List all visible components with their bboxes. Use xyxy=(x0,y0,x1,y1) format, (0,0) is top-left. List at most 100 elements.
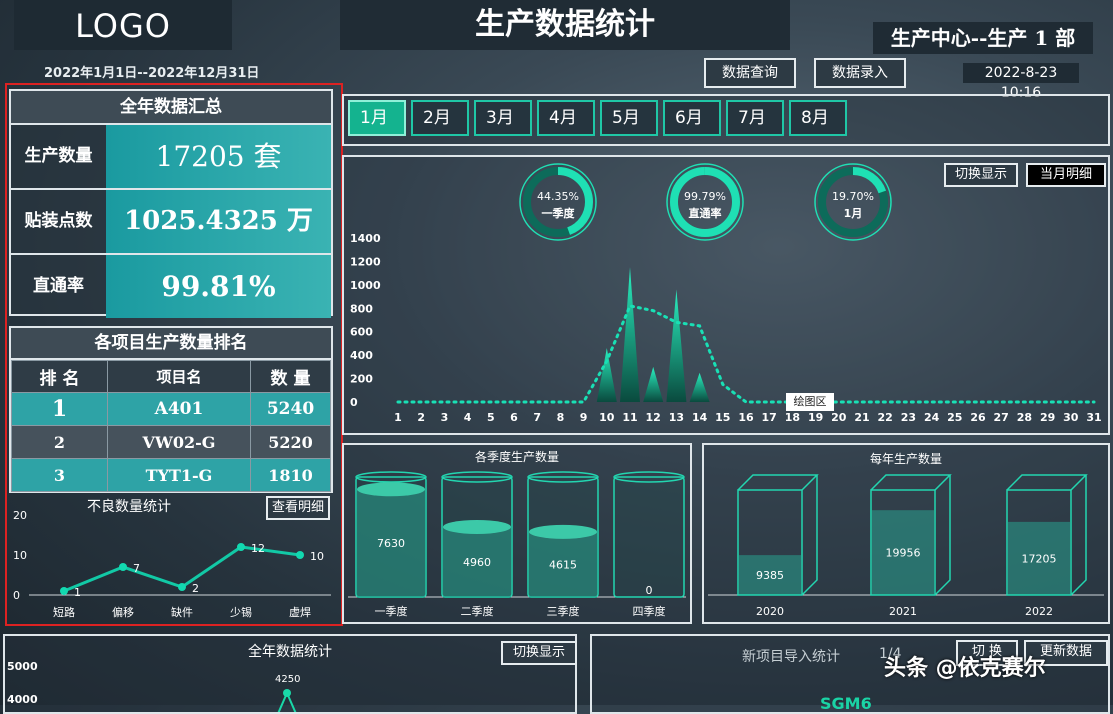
x-tick-label: 26 xyxy=(970,411,986,424)
watermark: 头条 @依克赛尔 xyxy=(884,656,1046,681)
x-tick-label: 10 xyxy=(599,411,615,424)
y-tick-label: 800 xyxy=(350,302,373,315)
x-tick-label: 18 xyxy=(785,411,800,424)
data-entry-button[interactable]: 数据录入 xyxy=(814,58,906,88)
y-tick-label: 10 xyxy=(13,549,27,562)
daily-dotted-series xyxy=(396,304,1096,404)
defect-data-point xyxy=(296,551,304,559)
rank-cell: 2 xyxy=(11,425,108,459)
toggle-display-button[interactable]: 切换显示 xyxy=(944,163,1018,187)
tab-month-2[interactable]: 2月 xyxy=(411,100,469,136)
quarterly-panel: 各季度生产数量 7630 一季度 4960 二季度 4615 三季度 0 四季度 xyxy=(342,443,692,624)
defect-data-label: 7 xyxy=(133,562,140,575)
ranking-table: 排 名 项目名 数 量 1 A401 5240 2 VW02-G 5220 3 … xyxy=(11,360,331,492)
quarter-category-label: 三季度 xyxy=(547,604,580,618)
daily-spike xyxy=(620,267,640,402)
ranking-panel: 各项目生产数量排名 排 名 项目名 数 量 1 A401 5240 2 VW02… xyxy=(9,326,333,493)
project-cell: A401 xyxy=(107,392,251,426)
defect-line-chart: 0 10 20 1 短路 7 偏移 2 缺件 12 少锡 10 虚焊 xyxy=(13,509,331,619)
x-tick-label: 23 xyxy=(901,411,916,424)
y-tick-label: 0 xyxy=(13,589,20,602)
ring-label: 一季度 xyxy=(542,206,576,220)
box-top xyxy=(737,474,819,491)
tab-month-6[interactable]: 6月 xyxy=(663,100,721,136)
defect-category-label: 短路 xyxy=(53,605,75,619)
ranking-title: 各项目生产数量排名 xyxy=(11,328,331,360)
data-query-button[interactable]: 数据查询 xyxy=(704,58,796,88)
table-row: 2 VW02-G 5220 xyxy=(11,425,331,459)
x-tick-label: 21 xyxy=(854,411,869,424)
x-tick-label: 31 xyxy=(1086,411,1101,424)
logo-box: LOGO xyxy=(14,0,232,50)
defect-data-point xyxy=(237,543,245,551)
defect-category-label: 偏移 xyxy=(112,605,134,619)
ring-label: 1月 xyxy=(844,207,863,220)
tab-month-4[interactable]: 4月 xyxy=(537,100,595,136)
title-box: 生产数据统计 xyxy=(340,0,790,50)
year-category-label: 2021 xyxy=(889,605,917,618)
year-category-label: 2020 xyxy=(756,605,784,618)
plot-area-label: 绘图区 xyxy=(786,393,834,411)
defect-data-label: 12 xyxy=(251,542,265,555)
tab-month-8[interactable]: 8月 xyxy=(789,100,847,136)
tab-month-5[interactable]: 5月 xyxy=(600,100,658,136)
defect-data-point xyxy=(60,587,68,595)
quarter-category-label: 二季度 xyxy=(461,604,494,618)
year-category-label: 2022 xyxy=(1025,605,1053,618)
x-tick-label: 13 xyxy=(669,411,684,424)
x-tick-label: 22 xyxy=(878,411,893,424)
quantity-cell: 5240 xyxy=(250,392,331,426)
summary-value: 17205 套 xyxy=(106,125,331,188)
quarter-value-label: 4615 xyxy=(549,558,577,571)
y-tick-label: 1400 xyxy=(350,232,381,245)
project-name: SGM6 xyxy=(820,694,872,713)
defect-panel: 不良数量统计 查看明细 0 10 20 1 短路 7 偏移 2 缺件 12 少锡 10 虚焊 xyxy=(9,494,333,624)
x-tick-label: 25 xyxy=(947,411,962,424)
quarter-value-label: 7630 xyxy=(377,537,405,550)
x-tick-label: 12 xyxy=(646,411,661,424)
summary-label: 生产数量 xyxy=(24,146,93,166)
daily-chart-panel: 0 200 400 600 800 1000 1200 1400 1 2 3 4 5 6 7 8 9 10 11 12… xyxy=(342,155,1110,435)
tab-month-1[interactable]: 1月 xyxy=(348,100,406,136)
defect-data-point xyxy=(178,583,186,591)
tab-month-7[interactable]: 7月 xyxy=(726,100,784,136)
cylinder-fill-top xyxy=(443,519,511,534)
tab-month-3[interactable]: 3月 xyxy=(474,100,532,136)
x-tick-label: 16 xyxy=(738,411,754,424)
cylinder-fill-top xyxy=(357,482,425,497)
x-tick-label: 30 xyxy=(1063,411,1079,424)
quarter-value-label: 4960 xyxy=(463,556,491,569)
x-tick-label: 14 xyxy=(692,411,708,424)
x-tick-label: 9 xyxy=(580,411,588,424)
project-header: 项目名 xyxy=(107,360,251,393)
year-value-label: 19956 xyxy=(886,547,921,560)
ring-label: 直通率 xyxy=(689,206,722,220)
x-tick-label: 24 xyxy=(924,411,940,424)
month-detail-button[interactable]: 当月明细 xyxy=(1026,163,1106,187)
quarter-category-label: 一季度 xyxy=(375,604,408,618)
y-tick-label: 1200 xyxy=(350,255,381,268)
x-tick-label: 29 xyxy=(1040,411,1055,424)
department-box: 生产中心--生产 1 部 xyxy=(873,22,1093,54)
x-tick-label: 28 xyxy=(1017,411,1032,424)
new-project-title: 新项目导入统计 xyxy=(742,649,840,665)
rank-cell: 3 xyxy=(11,458,108,492)
summary-label: 直通率 xyxy=(33,276,84,296)
y-tick-label: 600 xyxy=(350,326,373,339)
box-side xyxy=(934,475,951,596)
ranking-header-row: 排 名 项目名 数 量 xyxy=(11,360,331,393)
defect-category-label: 少锡 xyxy=(230,605,252,619)
yearly-panel: 每年生产数量 9385 2020 19956 2021 17205 2022 xyxy=(702,443,1110,624)
table-row: 1 A401 5240 xyxy=(11,392,331,426)
annual-summary-panel: 全年数据汇总 生产数量 17205 套 贴装点数 1025.4325 万 直通率… xyxy=(9,89,333,318)
summary-row-yield: 直通率 99.81% xyxy=(11,255,331,318)
quantity-header: 数 量 xyxy=(250,360,331,393)
ring-value: 19.70% xyxy=(832,190,874,203)
defect-data-label: 1 xyxy=(74,586,81,599)
x-tick-label: 20 xyxy=(831,411,847,424)
annual-stats-panel: 全年数据统计 切换显示 5000 4000 4250 xyxy=(3,634,577,714)
cylinder-fill-top xyxy=(529,524,597,539)
y-tick-label: 400 xyxy=(350,349,373,362)
x-tick-label: 3 xyxy=(441,411,449,424)
quantity-cell: 1810 xyxy=(250,458,331,492)
